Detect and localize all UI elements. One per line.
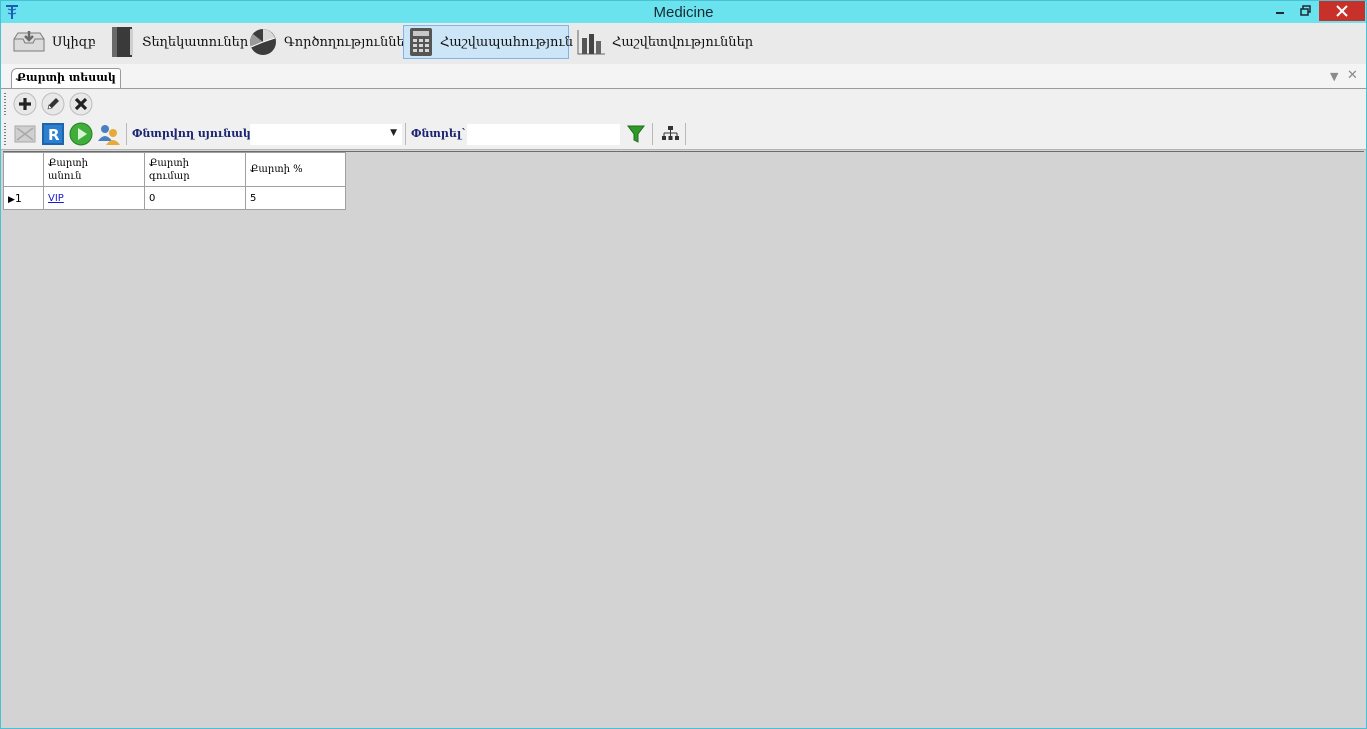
row-header[interactable]: ▶1 — [3, 186, 44, 210]
toolbar-grip[interactable] — [4, 123, 6, 145]
minimize-button[interactable] — [1267, 1, 1293, 21]
main-menu: Սկիզբ Տեղեկատուներ Գործողություններ Հաշվ… — [1, 23, 1366, 65]
search-column-select[interactable]: ▼ — [250, 124, 402, 145]
toolbar-grip[interactable] — [4, 93, 6, 115]
document-tab-strip: Քարտի տեսակ ▼ ✕ — [1, 64, 1366, 89]
window-title: Medicine — [653, 4, 714, 21]
column-header-card-name[interactable]: Քարտի անուն — [43, 152, 145, 187]
cell-card-name[interactable]: VIP — [43, 186, 145, 210]
menu-item-operations[interactable]: Գործողություններ — [243, 25, 413, 59]
grid-header-row: Քարտի անուն Քարտի գումար Քարտի % — [3, 152, 346, 187]
filter-button[interactable] — [624, 122, 648, 146]
chevron-down-icon: ▼ — [390, 128, 397, 138]
bar-chart-icon — [577, 30, 605, 55]
toolbar-separator — [405, 123, 406, 145]
column-header-card-percent-text: Քարտի % — [250, 164, 303, 175]
menu-label-accounting: Հաշվապահություն — [440, 34, 574, 50]
export-button[interactable] — [13, 122, 37, 146]
hierarchy-icon — [662, 126, 679, 140]
minimize-icon — [1276, 12, 1284, 14]
menu-label-directories: Տեղեկատուներ — [142, 34, 249, 50]
pie-chart-icon — [250, 29, 276, 55]
menu-item-reports[interactable]: Հաշվետվություններ — [571, 25, 753, 59]
close-icon — [1336, 5, 1348, 17]
column-header-card-name-line-1: Քարտի անուն — [48, 157, 89, 182]
tab-card-type[interactable]: Քարտի տեսակ — [11, 68, 121, 88]
cell-card-percent[interactable]: 5 — [245, 186, 346, 210]
restore-button[interactable] — [1293, 1, 1319, 21]
current-row-indicator-icon: ▶ — [8, 194, 15, 205]
search-column-label: Փնտրվող սյունակ` — [132, 127, 257, 140]
column-header-card-amount-text: Քարտի գումար — [149, 157, 190, 182]
menu-item-directories[interactable]: Տեղեկատուներ — [103, 25, 248, 59]
column-header-card-percent[interactable]: Քարտի % — [245, 152, 346, 187]
menu-item-accounting[interactable]: Հաշվապահություն — [403, 25, 573, 59]
grid-corner-cell[interactable] — [3, 152, 44, 187]
toolbar-separator — [685, 123, 686, 145]
hierarchy-button[interactable] — [658, 122, 682, 146]
edit-button[interactable] — [41, 92, 65, 116]
search-input[interactable] — [467, 124, 620, 145]
menu-label-operations: Գործողություններ — [284, 34, 414, 50]
users-button[interactable] — [97, 122, 121, 146]
search-label: Փնտրել` — [411, 127, 467, 140]
title-bar: Medicine — [1, 1, 1366, 23]
delete-icon — [69, 92, 93, 116]
export-disabled-icon — [14, 125, 36, 143]
refresh-button[interactable]: R — [41, 122, 65, 146]
data-grid: Քարտի անուն Քարտի գումար Քարտի % ▶1 VIP … — [3, 152, 346, 210]
toolbar-separator — [652, 123, 653, 145]
delete-button[interactable] — [69, 92, 93, 116]
book-icon — [112, 27, 133, 57]
card-name-link[interactable]: VIP — [48, 193, 64, 204]
menu-label-home: Սկիզբ — [52, 34, 96, 50]
play-icon — [69, 122, 93, 146]
cell-card-amount[interactable]: 0 — [144, 186, 246, 210]
home-tray-icon — [13, 31, 45, 52]
svg-text:R: R — [48, 126, 60, 144]
add-icon — [13, 92, 37, 116]
tab-close-icon[interactable]: ✕ — [1347, 68, 1358, 83]
row-index: 1 — [14, 191, 22, 205]
calculator-icon — [410, 28, 432, 56]
toolbar-separator — [126, 123, 127, 145]
data-grid-area: Քարտի անուն Քարտի գումար Քարտի % ▶1 VIP … — [3, 151, 1364, 728]
search-toolbar: R Փնտրվող սյունակ` ▼ Փնտրել` — [1, 119, 1366, 150]
edit-icon — [41, 92, 65, 116]
restore-icon — [1300, 5, 1311, 16]
filter-funnel-icon — [627, 125, 645, 143]
menu-item-home[interactable]: Սկիզբ — [7, 25, 99, 59]
column-header-card-amount[interactable]: Քարտի գումար — [144, 152, 246, 187]
close-button[interactable] — [1319, 1, 1365, 21]
add-button[interactable] — [13, 92, 37, 116]
refresh-report-icon: R — [42, 123, 64, 145]
record-toolbar — [1, 89, 1366, 119]
run-button[interactable] — [69, 122, 93, 146]
table-row[interactable]: ▶1 VIP 0 5 — [3, 186, 346, 210]
menu-label-reports: Հաշվետվություններ — [612, 34, 754, 50]
tab-dropdown-icon[interactable]: ▼ — [1330, 70, 1338, 83]
users-icon — [98, 125, 120, 145]
app-window: Medicine Սկիզբ Տեղեկատուներ Գործողությու… — [0, 0, 1367, 729]
